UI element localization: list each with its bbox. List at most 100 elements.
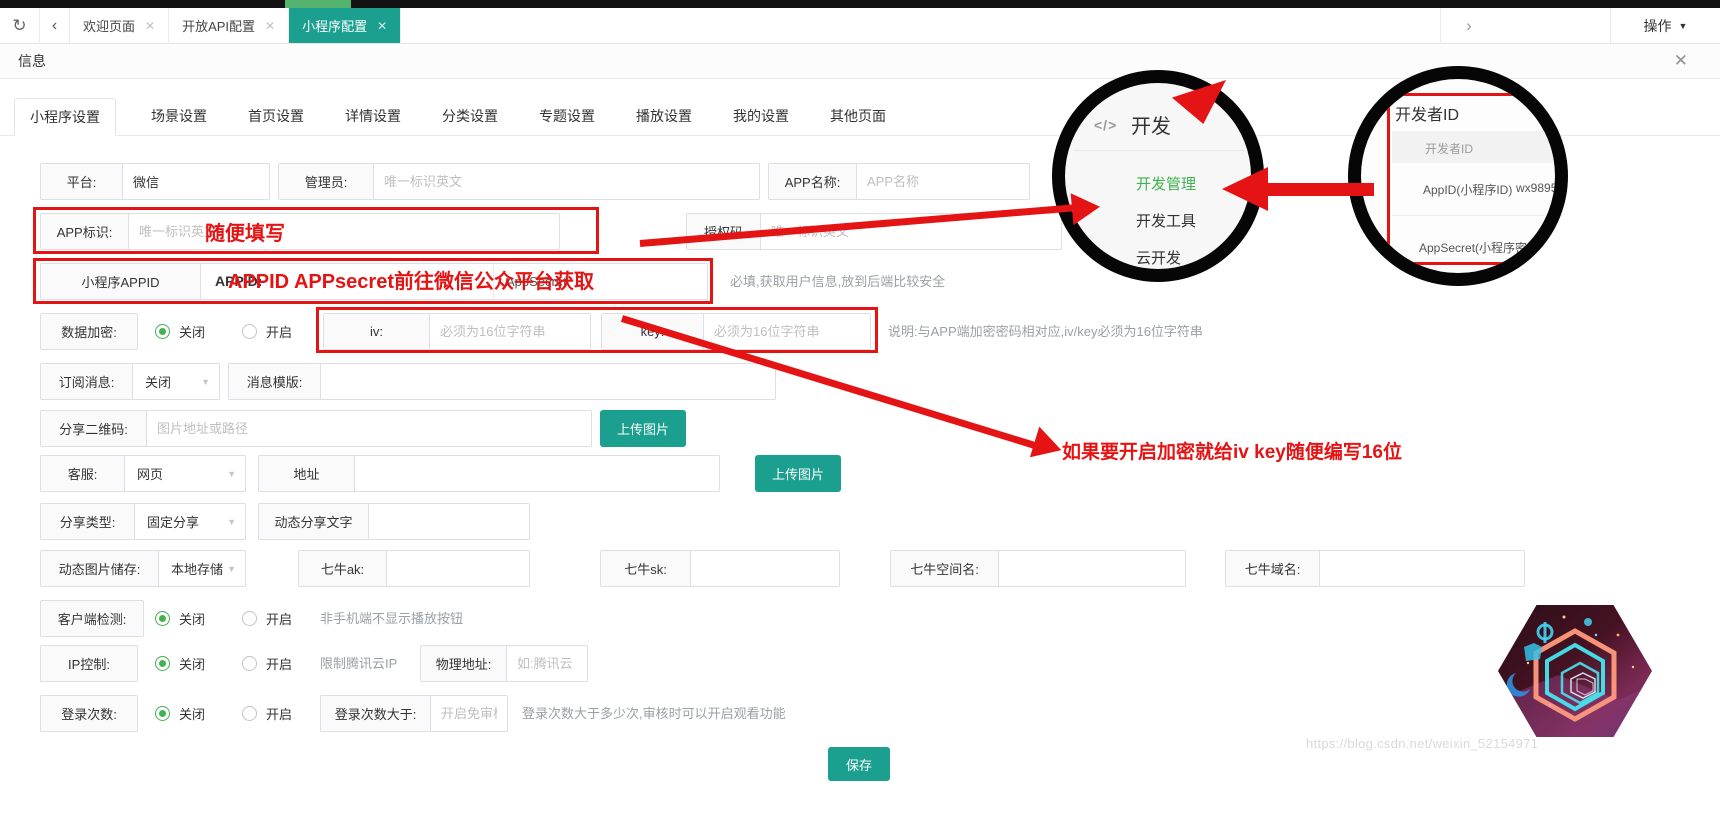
share-qr-input[interactable] [147, 411, 591, 446]
code-icon: </> [1094, 117, 1117, 133]
radio-on-label: 开启 [266, 322, 292, 341]
storage-select[interactable]: 本地存储 ▼ [159, 551, 245, 586]
tab-open-api[interactable]: 开放API配置 ✕ [169, 8, 289, 43]
dev-menu-title: 开发 [1131, 110, 1171, 139]
menu-item-cloud-dev: 云开发 [1136, 247, 1181, 268]
qiniu-ak-label: 七牛ak: [299, 551, 387, 586]
tab-play-settings[interactable]: 播放设置 [630, 97, 698, 135]
tab-my-settings[interactable]: 我的设置 [727, 97, 795, 135]
radio-on[interactable] [242, 611, 257, 626]
physical-address-input[interactable] [507, 646, 587, 681]
ip-control-note: 限制腾讯云IP [320, 645, 397, 682]
qiniu-domain-label: 七牛域名: [1226, 551, 1320, 586]
close-icon[interactable]: ✕ [1674, 51, 1702, 71]
platform-label: 平台: [41, 164, 123, 199]
menu-item-dev-manage: 开发管理 [1136, 173, 1196, 194]
radio-on[interactable] [242, 324, 257, 339]
app-mark-input[interactable] [129, 214, 559, 249]
divider [1392, 215, 1568, 216]
tab-home-settings[interactable]: 首页设置 [242, 97, 310, 135]
radio-off-label: 关闭 [179, 654, 205, 673]
login-times-radio-group: 关闭 开启 [155, 695, 292, 732]
radio-off-selected[interactable] [155, 706, 170, 721]
hexagon-logo-image [1498, 605, 1652, 737]
admin-label: 管理员: [279, 164, 374, 199]
upload-image-button[interactable]: 上传图片 [600, 410, 686, 447]
dynamic-share-input[interactable] [369, 504, 529, 539]
toolbar-spacer [1497, 8, 1610, 43]
radio-off-label: 关闭 [179, 609, 205, 628]
qiniu-space-input[interactable] [999, 551, 1185, 586]
msg-template-label: 消息模版: [229, 364, 321, 399]
qiniu-ak-input[interactable] [387, 551, 529, 586]
address-field: 地址 [258, 455, 720, 492]
radio-off-selected[interactable] [155, 324, 170, 339]
iv-field: iv: [323, 313, 591, 350]
encrypt-radio-group: 关闭 开启 [155, 313, 292, 350]
tab-welcome[interactable]: 欢迎页面 ✕ [70, 8, 169, 43]
save-button[interactable]: 保存 [828, 747, 890, 781]
platform-input[interactable] [123, 164, 269, 199]
chevron-down-icon: ▼ [227, 564, 236, 574]
dynamic-share-field: 动态分享文字 [258, 503, 530, 540]
watermark-url: https://blog.csdn.net/weixin_52154971 [1306, 736, 1538, 751]
panel-header-label: 开发者ID [1425, 140, 1473, 157]
login-gt-input[interactable] [431, 696, 507, 731]
close-icon[interactable]: ✕ [265, 19, 275, 33]
iv-label: iv: [324, 314, 430, 349]
tab-other-pages[interactable]: 其他页面 [824, 97, 892, 135]
divider [1073, 150, 1245, 151]
radio-on[interactable] [242, 656, 257, 671]
address-input[interactable] [355, 456, 719, 491]
share-type-select[interactable]: 固定分享 ▼ [135, 504, 245, 539]
tab-category-settings[interactable]: 分类设置 [436, 97, 504, 135]
close-icon[interactable]: ✕ [145, 19, 155, 33]
app-name-input[interactable] [857, 164, 1029, 199]
chevron-down-icon: ▼ [201, 377, 210, 387]
share-type-value: 固定分享 [147, 512, 199, 531]
arrow-to-dev-manage [1266, 183, 1374, 196]
subscribe-field: 订阅消息: 关闭 ▼ [40, 363, 220, 400]
scroll-left-icon[interactable]: ‹ [40, 8, 70, 43]
refresh-icon[interactable]: ↻ [0, 8, 40, 43]
share-qr-label: 分享二维码: [41, 411, 147, 446]
tab-scene-settings[interactable]: 场景设置 [145, 97, 213, 135]
qiniu-ak-field: 七牛ak: [298, 550, 530, 587]
admin-input[interactable] [374, 164, 759, 199]
login-gt-label: 登录次数大于: [321, 696, 431, 731]
tab-label: 开放API配置 [182, 16, 255, 35]
qiniu-space-label: 七牛空间名: [891, 551, 999, 586]
chevron-down-icon: ▼ [227, 517, 236, 527]
scroll-right-icon[interactable]: › [1440, 8, 1497, 43]
app-name-field: APP名称: [768, 163, 1030, 200]
radio-off-label: 关闭 [179, 322, 205, 341]
tab-topic-settings[interactable]: 专题设置 [533, 97, 601, 135]
mini-appid-label: 小程序APPID [41, 264, 201, 299]
service-select[interactable]: 网页 ▼ [125, 456, 245, 491]
tab-miniprogram-config[interactable]: 小程序配置 ✕ [289, 8, 401, 43]
iv-input[interactable] [430, 314, 590, 349]
qiniu-sk-input[interactable] [691, 551, 839, 586]
radio-off-selected[interactable] [155, 611, 170, 626]
action-dropdown[interactable]: 操作 ▼ [1610, 8, 1720, 43]
arrowhead-icon [1030, 427, 1066, 466]
tab-toolbar: ↻ ‹ 欢迎页面 ✕ 开放API配置 ✕ 小程序配置 ✕ › 操作 ▼ [0, 8, 1720, 44]
close-icon[interactable]: ✕ [377, 19, 387, 33]
radio-on[interactable] [242, 706, 257, 721]
storage-value: 本地存储 [171, 559, 223, 578]
menu-item-dev-tools: 开发工具 [1136, 210, 1196, 231]
chevron-down-icon: ▼ [227, 469, 236, 479]
tab-detail-settings[interactable]: 详情设置 [339, 97, 407, 135]
msg-template-input[interactable] [321, 364, 775, 399]
subscribe-select[interactable]: 关闭 ▼ [133, 364, 219, 399]
radio-off-selected[interactable] [155, 656, 170, 671]
app-mark-label: APP标识: [41, 214, 129, 249]
key-input[interactable] [704, 314, 870, 349]
qiniu-domain-field: 七牛域名: [1225, 550, 1525, 587]
upload-image-button[interactable]: 上传图片 [755, 455, 841, 492]
appsecret-row-label: AppSecret(小程序密钥) [1419, 239, 1543, 256]
msg-template-field: 消息模版: [228, 363, 776, 400]
tab-miniprogram-settings[interactable]: 小程序设置 [14, 98, 116, 136]
qiniu-sk-label: 七牛sk: [601, 551, 691, 586]
qiniu-domain-input[interactable] [1320, 551, 1524, 586]
